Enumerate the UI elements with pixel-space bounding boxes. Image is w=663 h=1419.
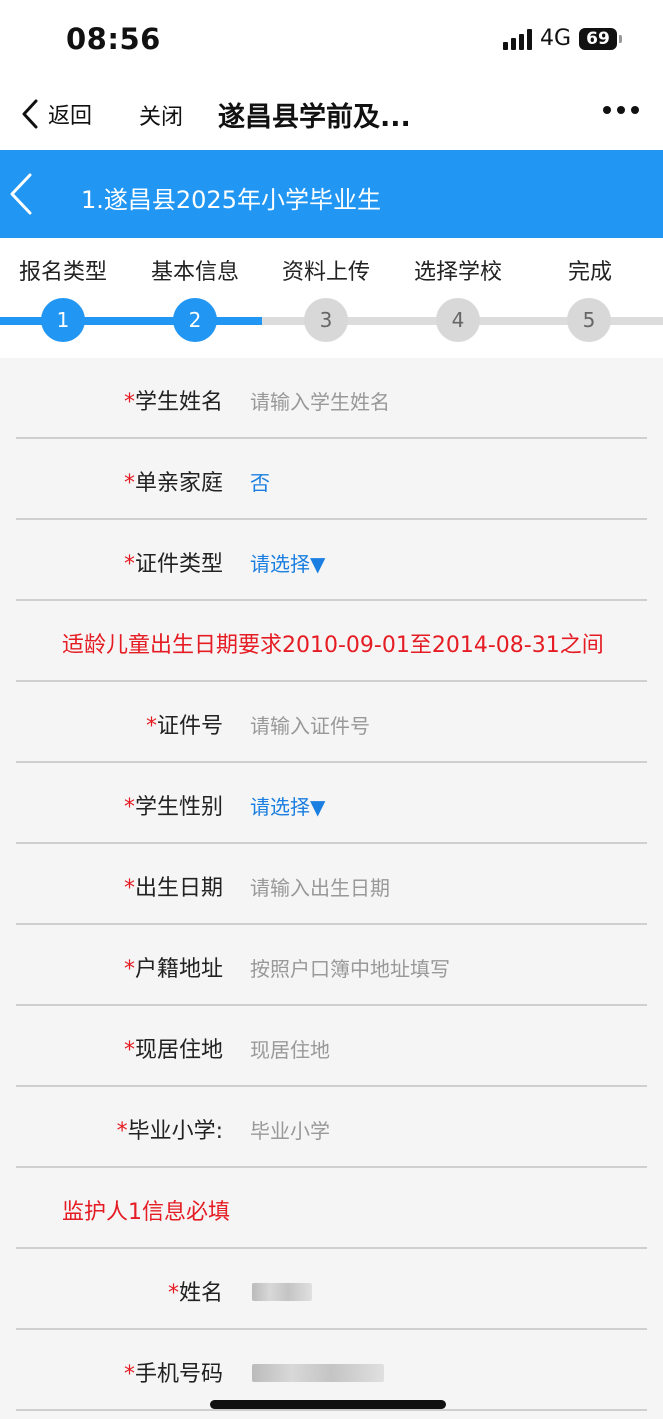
current-address-row: *现居住地 现居住地 xyxy=(16,1006,647,1087)
step-progress: 报名类型 基本信息 资料上传 选择学校 完成 1 2 3 4 5 xyxy=(0,238,663,358)
network-type: 4G xyxy=(539,26,571,51)
back-label: 返回 xyxy=(48,104,93,129)
more-options-icon[interactable] xyxy=(603,106,639,114)
id-number-label: *证件号 xyxy=(145,714,223,739)
id-type-select[interactable]: 请选择▼ xyxy=(250,548,325,577)
primary-school-label: *毕业小学: xyxy=(116,1119,223,1144)
back-button[interactable]: 返回 xyxy=(20,98,92,130)
step-label-5: 完成 xyxy=(567,260,612,285)
guardian-name-label: *姓名 xyxy=(167,1281,223,1306)
battery-level: 69 xyxy=(586,28,610,49)
student-name-label: *学生姓名 xyxy=(123,390,223,415)
step-circle-5: 5 xyxy=(567,298,611,342)
battery-icon: 69 xyxy=(579,27,622,50)
birth-date-row: *出生日期 请输入出生日期 xyxy=(16,844,647,925)
id-number-row: *证件号 请输入证件号 xyxy=(16,682,647,763)
form-title: 1.遂昌县2025年小学毕业生 xyxy=(81,186,381,214)
chevron-left-icon xyxy=(10,173,32,215)
guardian-required-notice: 监护人1信息必填 xyxy=(62,1200,230,1225)
primary-school-row: *毕业小学: 毕业小学 xyxy=(16,1087,647,1168)
form-header: 1.遂昌县2025年小学毕业生 xyxy=(0,150,663,238)
current-address-input[interactable]: 现居住地 xyxy=(250,1034,330,1063)
step-label-3: 资料上传 xyxy=(281,260,370,285)
close-button[interactable]: 关闭 xyxy=(139,99,183,131)
step-circle-3: 3 xyxy=(304,298,348,342)
household-address-row: *户籍地址 按照户口簿中地址填写 xyxy=(16,925,647,1006)
guardian-notice-row: 监护人1信息必填 xyxy=(16,1168,647,1249)
chevron-left-icon xyxy=(22,99,38,129)
id-type-row: *证件类型 请选择▼ xyxy=(16,520,647,601)
header-back-button[interactable] xyxy=(6,170,36,222)
step-label-2: 基本信息 xyxy=(150,260,239,285)
age-requirement-notice: 适龄儿童出生日期要求2010-09-01至2014-08-31之间 xyxy=(62,633,604,658)
guardian-name-row: *姓名 xyxy=(16,1249,647,1330)
status-bar: 08:56 4G 69 xyxy=(0,0,663,82)
step-circle-2: 2 xyxy=(173,298,217,342)
guardian-phone-input[interactable] xyxy=(252,1364,384,1382)
household-address-input[interactable]: 按照户口簿中地址填写 xyxy=(250,953,450,982)
step-circle-1: 1 xyxy=(41,298,85,342)
step-circle-4: 4 xyxy=(436,298,480,342)
age-notice-row: 适龄儿童出生日期要求2010-09-01至2014-08-31之间 xyxy=(16,601,647,682)
signal-icon xyxy=(502,28,532,50)
guardian-phone-row: *手机号码 xyxy=(16,1330,647,1411)
household-address-label: *户籍地址 xyxy=(123,957,223,982)
birth-date-label: *出生日期 xyxy=(123,876,223,901)
home-indicator xyxy=(210,1400,446,1409)
birth-date-input[interactable]: 请输入出生日期 xyxy=(250,872,390,901)
status-indicators: 4G 69 xyxy=(502,26,622,51)
status-time: 08:56 xyxy=(66,22,161,56)
student-name-row: *学生姓名 请输入学生姓名 xyxy=(16,358,647,439)
single-parent-row: *单亲家庭 否 xyxy=(16,439,647,520)
gender-select[interactable]: 请选择▼ xyxy=(250,791,325,820)
gender-label: *学生性别 xyxy=(123,795,223,820)
student-name-input[interactable]: 请输入学生姓名 xyxy=(250,386,390,415)
primary-school-input[interactable]: 毕业小学 xyxy=(250,1115,330,1144)
guardian-phone-label: *手机号码 xyxy=(123,1362,223,1387)
gender-row: *学生性别 请选择▼ xyxy=(16,763,647,844)
progress-track-done xyxy=(0,317,262,325)
single-parent-label: *单亲家庭 xyxy=(123,471,223,496)
page-title: 遂昌县学前及... xyxy=(218,102,411,133)
guardian-name-input[interactable] xyxy=(252,1283,312,1301)
registration-form: *学生姓名 请输入学生姓名 *单亲家庭 否 *证件类型 请选择▼ 适龄儿童出生日… xyxy=(0,358,663,1411)
id-type-label: *证件类型 xyxy=(123,552,223,577)
navigation-bar: 返回 关闭 遂昌县学前及... xyxy=(0,82,663,150)
id-number-input[interactable]: 请输入证件号 xyxy=(250,710,370,739)
single-parent-select[interactable]: 否 xyxy=(250,467,270,496)
step-label-1: 报名类型 xyxy=(18,260,107,285)
step-label-4: 选择学校 xyxy=(413,260,502,285)
current-address-label: *现居住地 xyxy=(123,1038,223,1063)
